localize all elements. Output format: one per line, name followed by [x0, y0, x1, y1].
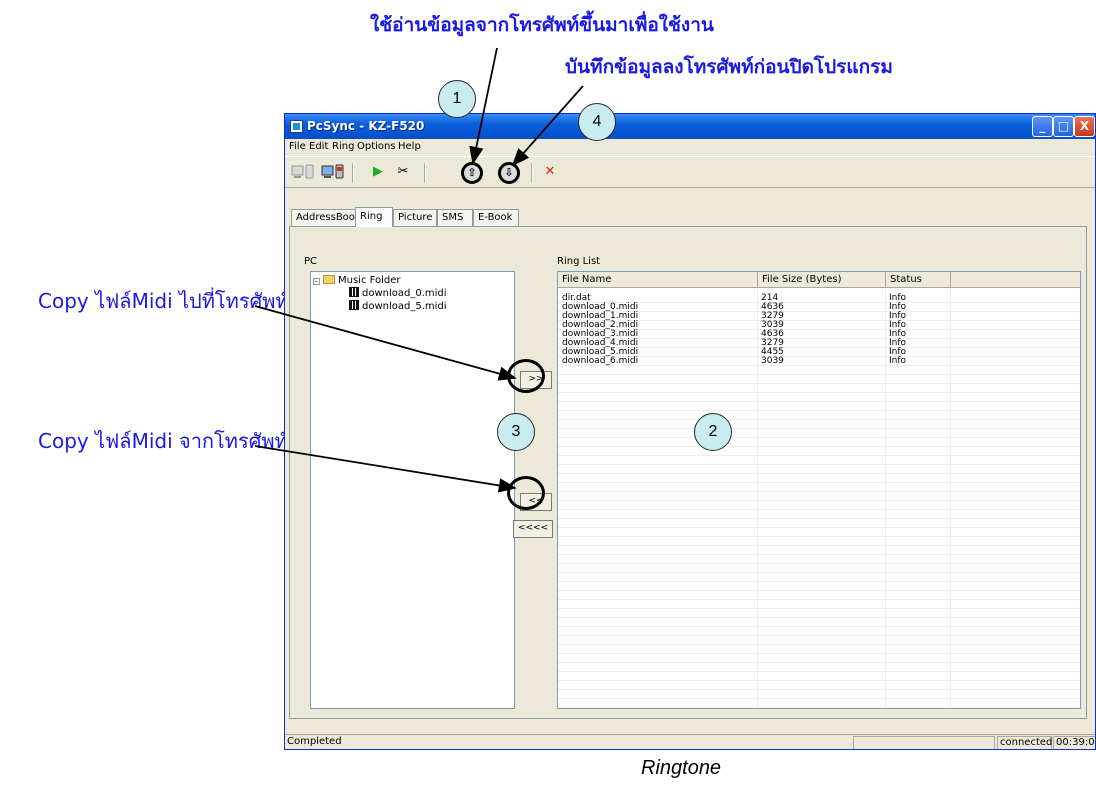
annotation-arrows	[254, 47, 584, 493]
arrow-to-upload	[469, 47, 498, 165]
arrow-to-copy-to-phone	[254, 305, 517, 381]
arrow-to-copy-from-phone	[254, 445, 517, 493]
arrow-to-save	[511, 85, 584, 167]
figure-caption: Ringtone	[641, 757, 722, 779]
tab-ring[interactable]: Ring	[355, 207, 393, 227]
